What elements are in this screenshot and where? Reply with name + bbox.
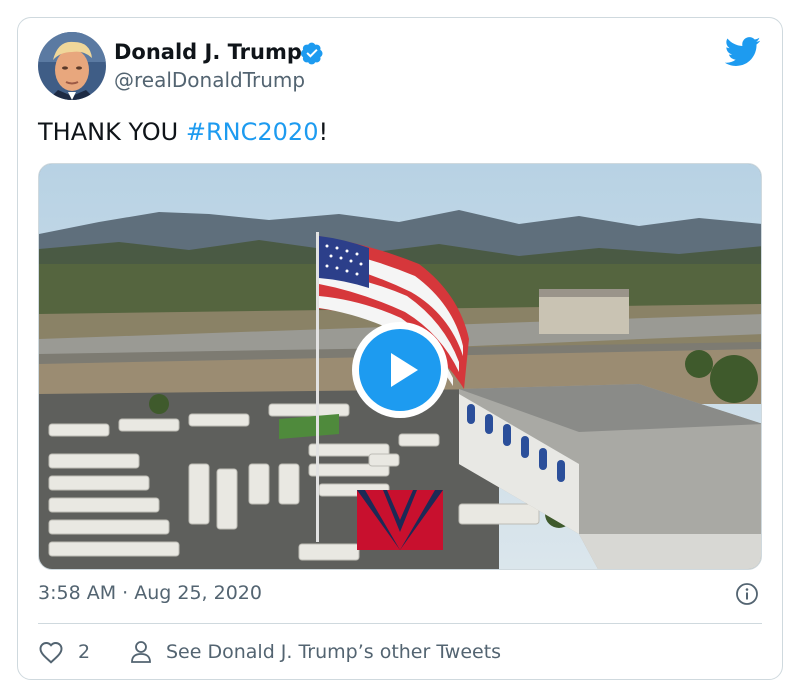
tweet-timestamp[interactable]: 3:58 AM · Aug 25, 2020: [38, 582, 262, 604]
avatar[interactable]: [38, 32, 106, 100]
like-button[interactable]: 2: [38, 638, 90, 666]
info-icon[interactable]: [735, 582, 759, 606]
tweet-text-suffix: !: [318, 118, 329, 146]
verified-badge-icon: [300, 42, 323, 65]
play-icon: [391, 353, 418, 387]
like-count: 2: [78, 641, 91, 663]
twitter-bird-icon[interactable]: [725, 37, 761, 67]
heart-icon: [39, 642, 63, 664]
see-other-tweets-link[interactable]: See Donald J. Trump’s other Tweets: [130, 638, 501, 666]
display-name[interactable]: Donald J. Trump: [114, 40, 302, 64]
hashtag-link[interactable]: #RNC2020: [186, 118, 319, 146]
play-button[interactable]: [352, 322, 448, 418]
divider: [38, 623, 762, 624]
video-player[interactable]: [38, 163, 762, 570]
tweet-card[interactable]: Donald J. Trump @realDonaldTrump THANK Y…: [17, 17, 783, 680]
tweet-text: THANK YOU #RNC2020!: [38, 118, 328, 146]
person-icon: [131, 641, 151, 663]
see-other-tweets-label: See Donald J. Trump’s other Tweets: [166, 641, 502, 663]
handle[interactable]: @realDonaldTrump: [114, 68, 305, 92]
tweet-text-prefix: THANK YOU: [38, 118, 186, 146]
